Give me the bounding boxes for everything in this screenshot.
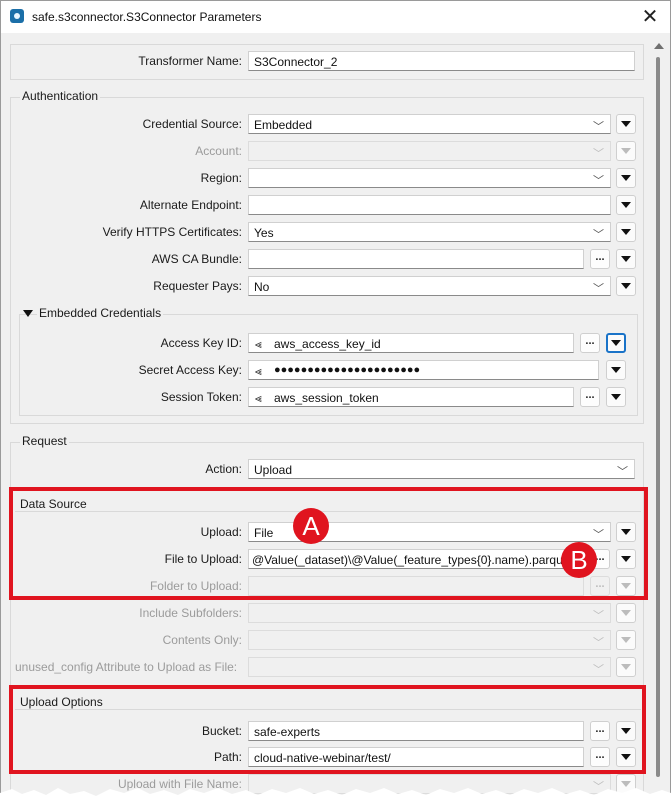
path-label: Path: (213, 750, 242, 764)
app-icon (10, 9, 24, 23)
region-select[interactable]: ﹀ (248, 168, 611, 188)
transformer-name-input[interactable]: S3Connector_2 (248, 51, 635, 71)
torn-edge (0, 788, 671, 806)
path-browse-button[interactable]: ... (590, 747, 610, 767)
path-input[interactable]: cloud-native-webinar/test/ (248, 747, 584, 767)
bucket-label: Bucket: (201, 724, 242, 738)
verify-https-label: Verify HTTPS Certificates: (102, 225, 242, 239)
credential-source-label: Credential Source: (142, 117, 242, 131)
bucket-browse-button[interactable]: ... (590, 721, 610, 741)
include-subfolders-menu-button (616, 603, 636, 623)
secret-key-label: Secret Access Key: (138, 363, 242, 377)
access-key-menu-button[interactable] (606, 333, 626, 353)
account-menu-button (616, 141, 636, 161)
region-label: Region: (200, 171, 242, 185)
access-key-input[interactable]: ⪡ aws_access_key_id (248, 333, 574, 353)
session-token-menu-button[interactable] (606, 387, 626, 407)
upload-options-title: Upload Options (20, 695, 103, 709)
unused-config-label: unused_config Attribute to Upload as Fil… (15, 660, 238, 674)
aws-ca-bundle-input[interactable] (248, 249, 584, 269)
requester-pays-label: Requester Pays: (153, 279, 242, 293)
chevron-down-icon: ﹀ (593, 283, 604, 295)
session-token-label: Session Token: (160, 390, 242, 404)
attribute-icon: ⪡ (255, 337, 262, 351)
contents-only-menu-button (616, 630, 636, 650)
marker-a: A (293, 508, 329, 544)
upload-menu-button[interactable] (616, 522, 636, 542)
contents-only-select: ﹀ (248, 630, 611, 650)
file-to-upload-label: File to Upload: (164, 552, 242, 566)
verify-https-menu-button[interactable] (616, 222, 636, 242)
chevron-down-icon: ﹀ (593, 610, 604, 622)
authentication-title: Authentication (20, 89, 101, 103)
chevron-down-icon: ﹀ (593, 637, 604, 649)
secret-key-input[interactable]: ⪡ ●●●●●●●●●●●●●●●●●●●●●● (248, 360, 599, 380)
chevron-down-icon: ﹀ (593, 121, 604, 133)
alternate-endpoint-input[interactable] (248, 195, 611, 215)
folder-to-upload-menu-button (616, 576, 636, 596)
folder-to-upload-input (248, 576, 584, 596)
vertical-scrollbar[interactable] (651, 41, 667, 801)
chevron-down-icon: ﹀ (593, 529, 604, 541)
aws-ca-bundle-label: AWS CA Bundle: (151, 252, 242, 266)
scroll-thumb[interactable] (656, 57, 660, 777)
verify-https-select[interactable]: Yes ﹀ (248, 222, 611, 242)
attribute-icon: ⪡ (255, 391, 262, 405)
data-source-title: Data Source (20, 497, 87, 511)
access-key-label: Access Key ID: (160, 336, 242, 350)
requester-pays-select[interactable]: No ﹀ (248, 276, 611, 296)
embedded-credentials-title[interactable]: Embedded Credentials (37, 306, 164, 320)
credential-source-menu-button[interactable] (616, 114, 636, 134)
title-bar: safe.s3connector.S3Connector Parameters … (1, 1, 670, 33)
include-subfolders-label: Include Subfolders: (139, 606, 242, 620)
upload-label: Upload: (200, 525, 242, 539)
account-select: ﹀ (248, 141, 611, 161)
path-menu-button[interactable] (616, 747, 636, 767)
action-label: Action: (205, 462, 242, 476)
folder-to-upload-browse-button: ... (590, 576, 610, 596)
account-label: Account: (195, 144, 242, 158)
unused-config-select: ﹀ (248, 657, 611, 677)
credential-source-select[interactable]: Embedded ﹀ (248, 114, 611, 134)
file-to-upload-input[interactable]: @Value(_dataset)\@Value(_feature_types{0… (248, 549, 584, 569)
chevron-down-icon: ﹀ (617, 466, 628, 478)
contents-only-label: Contents Only: (162, 633, 242, 647)
access-key-browse-button[interactable]: ... (580, 333, 600, 353)
request-title: Request (20, 434, 69, 448)
alternate-endpoint-menu-button[interactable] (616, 195, 636, 215)
aws-ca-bundle-browse-button[interactable]: ... (590, 249, 610, 269)
session-token-input[interactable]: ⪡ aws_session_token (248, 387, 574, 407)
upload-options-divider (15, 709, 641, 710)
folder-to-upload-label: Folder to Upload: (149, 579, 242, 593)
bucket-input[interactable]: safe-experts (248, 721, 584, 741)
bucket-menu-button[interactable] (616, 721, 636, 741)
session-token-browse-button[interactable]: ... (580, 387, 600, 407)
parameters-dialog: safe.s3connector.S3Connector Parameters … (0, 0, 671, 806)
alternate-endpoint-label: Alternate Endpoint: (139, 198, 242, 212)
chevron-down-icon: ﹀ (593, 148, 604, 160)
attribute-icon: ⪡ (255, 364, 262, 378)
window-title: safe.s3connector.S3Connector Parameters (32, 10, 262, 24)
aws-ca-bundle-menu-button[interactable] (616, 249, 636, 269)
chevron-down-icon: ﹀ (593, 664, 604, 676)
action-select[interactable]: Upload ﹀ (248, 459, 635, 479)
marker-b: B (561, 542, 597, 578)
transformer-name-label: Transformer Name: (138, 54, 242, 68)
include-subfolders-select: ﹀ (248, 603, 611, 623)
chevron-down-icon: ﹀ (593, 229, 604, 241)
chevron-down-icon: ﹀ (593, 175, 604, 187)
scroll-up-icon[interactable] (654, 43, 664, 49)
data-source-divider (15, 511, 641, 512)
unused-config-menu-button (616, 657, 636, 677)
requester-pays-menu-button[interactable] (616, 276, 636, 296)
collapse-triangle-icon[interactable] (23, 310, 33, 317)
region-menu-button[interactable] (616, 168, 636, 188)
secret-key-menu-button[interactable] (606, 360, 626, 380)
file-to-upload-menu-button[interactable] (616, 549, 636, 569)
close-button[interactable]: ✕ (636, 4, 664, 30)
